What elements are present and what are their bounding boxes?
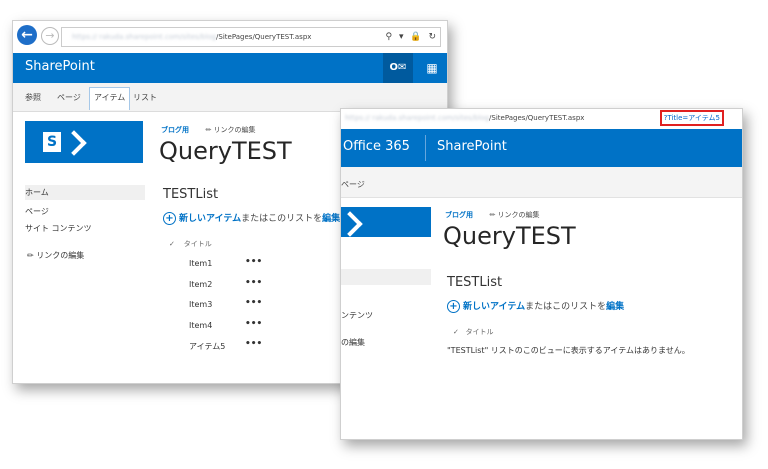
url-suffix: /SitePages/QueryTEST.aspx	[489, 114, 585, 122]
list-title[interactable]: TESTList	[447, 275, 502, 290]
list-item[interactable]: Item2	[189, 280, 212, 289]
edit-list-link[interactable]: 編集	[322, 214, 340, 224]
url-suffix: /SitePages/QueryTEST.aspx	[216, 33, 312, 41]
forward-arrow-icon[interactable]: →	[41, 27, 59, 45]
column-header: ✓ タイトル	[169, 239, 212, 249]
url-blurred: rakuda.sharepoint.com/sites/blog	[372, 114, 490, 122]
outlook-icon[interactable]: O✉	[383, 53, 413, 83]
breadcrumb-blog-link[interactable]: ブログ用	[161, 126, 189, 134]
or-edit-text: またはこのリストを	[525, 302, 607, 312]
new-item-link[interactable]: 新しいアイテム	[463, 302, 525, 312]
list-item[interactable]: Item4	[189, 321, 212, 330]
pencil-icon: ✏	[489, 211, 498, 219]
add-circle-icon[interactable]: +	[163, 212, 176, 225]
browser-window-front: https://rakuda.sharepoint.com/sites/blog…	[340, 108, 743, 440]
tab-items[interactable]: アイテム	[89, 87, 131, 110]
page-title: QueryTEST	[443, 222, 576, 250]
breadcrumb: ブログ用 ✏ リンクの編集	[161, 125, 256, 135]
column-header: ✓ タイトル	[453, 327, 494, 337]
breadcrumb-blog-link[interactable]: ブログ用	[445, 211, 473, 219]
pencil-icon: ✏	[205, 126, 214, 134]
item-menu-icon[interactable]: •••	[245, 319, 262, 329]
new-item-row: + 新しいアイテムまたはこのリストを編集	[447, 299, 624, 313]
nav-home[interactable]	[341, 269, 431, 285]
edit-links-label: リンクの編集	[213, 126, 256, 134]
nav-edit-links[interactable]: の編集	[341, 337, 365, 348]
new-item-link[interactable]: 新しいアイテム	[179, 214, 241, 224]
office365-title[interactable]: Office 365	[343, 139, 410, 154]
divider	[425, 135, 426, 161]
list-item[interactable]: Item3	[189, 300, 212, 309]
address-bar-icons[interactable]: ⚲ ▾ 🔒 ↻	[386, 28, 438, 46]
sharepoint-logo-icon[interactable]: S	[25, 121, 143, 163]
list-title[interactable]: TESTList	[163, 187, 218, 202]
sharepoint-logo-icon[interactable]	[341, 207, 431, 237]
page-title: QueryTEST	[159, 137, 292, 165]
new-item-row: + 新しいアイテムまたはこのリストを編集	[163, 211, 340, 225]
tab-list[interactable]: リスト	[133, 92, 157, 103]
item-menu-icon[interactable]: •••	[245, 298, 262, 308]
nav-edit-links[interactable]: ✏ リンクの編集	[27, 250, 84, 261]
url-prefix: https://	[72, 33, 98, 41]
item-menu-icon[interactable]: •••	[245, 278, 262, 288]
nav-site-contents[interactable]: サイト コンテンツ	[25, 223, 92, 234]
list-item[interactable]: アイテム5	[189, 341, 225, 352]
app-launcher-icon[interactable]: ▦	[417, 53, 447, 83]
nav-home[interactable]: ホーム	[25, 185, 145, 200]
edit-links-link[interactable]: ✏ リンクの編集	[205, 126, 255, 134]
tab-page[interactable]: ページ	[341, 179, 365, 190]
pencil-icon: ✏	[27, 251, 37, 260]
or-edit-text: またはこのリストを	[241, 214, 323, 224]
list-item[interactable]: Item1	[189, 259, 212, 268]
back-arrow-icon[interactable]: ←	[17, 25, 37, 45]
breadcrumb: ブログ用 ✏ リンクの編集	[445, 210, 540, 220]
url-field[interactable]: https://rakuda.sharepoint.com/sites/blog…	[61, 27, 441, 47]
edit-list-link[interactable]: 編集	[606, 302, 624, 312]
url-prefix: https://	[345, 114, 371, 122]
url-blurred: rakuda.sharepoint.com/sites/blog	[99, 33, 217, 41]
suite-bar: SharePoint O✉ ▦	[13, 53, 447, 83]
title-column-label[interactable]: タイトル	[466, 328, 494, 336]
suite-title[interactable]: SharePoint	[437, 139, 507, 154]
add-circle-icon[interactable]: +	[447, 300, 460, 313]
tab-page[interactable]: ページ	[57, 92, 81, 103]
suite-bar: Office 365 SharePoint	[341, 129, 742, 167]
page-tab-bar: ページ	[341, 167, 742, 198]
nav-edit-links-label: リンクの編集	[36, 251, 85, 260]
edit-links-link[interactable]: ✏ リンクの編集	[489, 211, 539, 219]
title-column-label[interactable]: タイトル	[184, 240, 212, 248]
address-bar: https://rakuda.sharepoint.com/sites/blog…	[341, 109, 742, 130]
checkmark-icon[interactable]: ✓	[453, 328, 459, 336]
empty-list-message: "TESTList" リストのこのビューに表示するアイテムはありません。	[447, 346, 690, 355]
nav-site-contents[interactable]: ンテンツ	[341, 310, 373, 321]
edit-links-label: リンクの編集	[497, 211, 540, 219]
suite-title[interactable]: SharePoint	[25, 59, 95, 74]
checkmark-icon[interactable]: ✓	[169, 240, 175, 248]
address-bar: ← → https://rakuda.sharepoint.com/sites/…	[13, 21, 447, 54]
item-menu-icon[interactable]: •••	[245, 339, 262, 349]
item-menu-icon[interactable]: •••	[245, 257, 262, 267]
nav-pages[interactable]: ページ	[25, 206, 49, 217]
url-query-highlight: ?Title=アイテム5	[659, 110, 724, 126]
tab-browse[interactable]: 参照	[25, 92, 41, 103]
